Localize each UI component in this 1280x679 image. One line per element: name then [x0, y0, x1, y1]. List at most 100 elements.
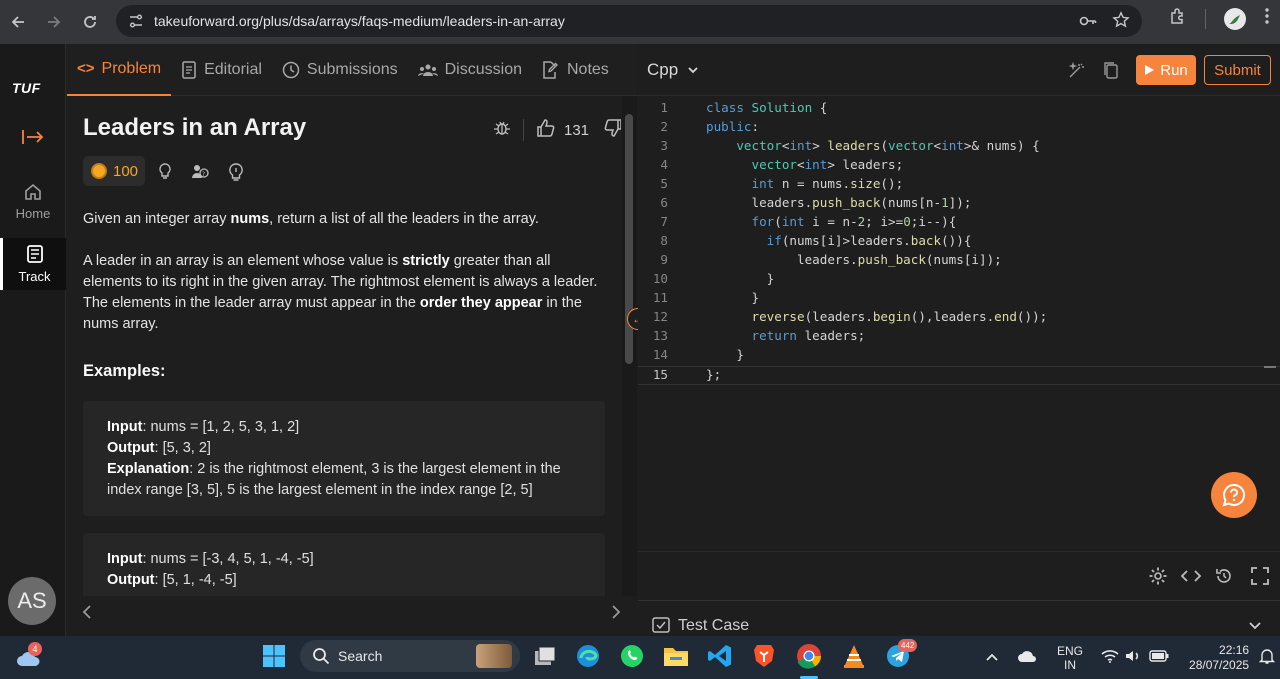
file-explorer-icon[interactable] — [662, 642, 690, 670]
statement-text: , return a list of all the leaders in th… — [269, 211, 539, 227]
code-text: public: — [706, 119, 760, 134]
line-number: 7 — [660, 214, 668, 229]
coins-value: 100 — [113, 162, 139, 180]
left-rail: TUF Home Track AS — [0, 44, 66, 636]
coin-icon — [91, 163, 107, 179]
tab-editorial[interactable]: Editorial — [171, 44, 272, 96]
code-line: 1 class Solution { — [638, 100, 1280, 119]
code-line: 8 if(nums[i]>leaders.back()){ — [638, 233, 1280, 252]
whatsapp-icon[interactable] — [618, 642, 646, 670]
code-text: leaders.push_back(nums[i]); — [706, 252, 1002, 267]
notifications-icon[interactable] — [1258, 648, 1276, 667]
test-case-checkbox-icon — [652, 617, 670, 633]
vscode-icon[interactable] — [706, 642, 734, 670]
fullscreen-icon[interactable] — [1250, 566, 1270, 591]
output-value: : [5, 1, -4, -5] — [154, 572, 237, 588]
hint-bulb-icon[interactable] — [157, 162, 173, 187]
search-highlight-icon — [476, 644, 512, 668]
tab-discussion[interactable]: Discussion — [408, 44, 532, 96]
home-icon — [25, 183, 41, 200]
password-key-icon[interactable] — [1078, 11, 1098, 36]
address-bar[interactable]: takeuforward.org/plus/dsa/arrays/faqs-me… — [116, 5, 1142, 37]
document-icon — [182, 60, 196, 79]
code-view-icon[interactable] — [1180, 566, 1202, 591]
weather-widget[interactable]: 4 — [16, 642, 44, 670]
windows-start-icon[interactable] — [260, 642, 288, 670]
editor-scrollbar[interactable] — [1264, 366, 1276, 368]
taskbar-search[interactable]: Search — [300, 640, 520, 672]
reset-code-icon[interactable] — [1214, 566, 1234, 591]
bookmark-star-icon[interactable] — [1112, 11, 1130, 36]
description-scrollbar[interactable] — [622, 96, 637, 596]
battery-icon[interactable] — [1149, 650, 1169, 665]
task-view-icon[interactable] — [531, 642, 559, 670]
language-indicator[interactable]: ENG IN — [1057, 644, 1083, 672]
tab-problem[interactable]: <> Problem — [67, 44, 172, 96]
thumbs-up-icon[interactable] — [536, 118, 556, 142]
wifi-icon[interactable] — [1101, 649, 1119, 666]
chrome-icon[interactable] — [795, 642, 823, 670]
site-settings-icon[interactable] — [127, 12, 145, 30]
telegram-icon[interactable]: 442 — [884, 639, 918, 670]
magic-format-icon[interactable] — [1068, 61, 1086, 84]
chevron-down-icon[interactable] — [1248, 621, 1262, 631]
output-label: Output — [107, 440, 155, 456]
language-line1: ENG — [1057, 643, 1084, 658]
profile-avatar-icon[interactable] — [1224, 7, 1246, 30]
code-text: }; — [706, 367, 722, 382]
rail-home[interactable]: Home — [0, 182, 66, 224]
copy-icon[interactable] — [1102, 61, 1118, 84]
next-problem-icon[interactable] — [610, 600, 622, 626]
vlc-icon[interactable] — [840, 642, 868, 670]
forward-icon[interactable] — [36, 4, 72, 40]
tab-notes[interactable]: Notes — [532, 44, 619, 96]
input-label: Input — [107, 419, 143, 435]
submit-button[interactable]: Submit — [1204, 55, 1271, 85]
help-question-icon — [1222, 483, 1246, 507]
problem-description: Leaders in an Array 131 100 ? Given an i… — [67, 96, 621, 596]
company-tags-icon[interactable]: ? — [191, 162, 209, 187]
kebab-menu-icon[interactable] — [1264, 7, 1270, 30]
code-line: 2 public: — [638, 119, 1280, 138]
brave-icon[interactable] — [750, 642, 778, 670]
help-chat-button[interactable] — [1211, 472, 1257, 518]
volume-icon[interactable] — [1125, 649, 1141, 666]
report-bug-icon[interactable] — [493, 119, 511, 141]
test-case-panel[interactable]: Test Case — [638, 600, 1280, 636]
tuf-logo[interactable]: TUF — [12, 80, 41, 96]
reload-icon[interactable] — [72, 4, 108, 40]
clock[interactable]: 22:16 28/07/2025 — [1189, 643, 1249, 673]
rail-track[interactable]: Track — [0, 238, 66, 290]
edge-icon[interactable] — [574, 642, 602, 670]
line-number: 6 — [660, 195, 668, 210]
code-editor[interactable]: 1 class Solution { 2 public: 3 vector<int>… — [638, 96, 1280, 551]
settings-gear-icon[interactable] — [1148, 566, 1168, 591]
collapse-panel-icon[interactable] — [21, 128, 45, 151]
code-text: return leaders; — [751, 328, 866, 343]
hints-icon[interactable] — [227, 162, 245, 187]
toolbar-divider — [1205, 8, 1206, 29]
onedrive-cloud-icon[interactable] — [1017, 649, 1037, 666]
code-line: 7 for(int i = n-2; i>=0;i--){ — [638, 214, 1280, 233]
example-box: Input: nums = [-3, 4, 5, 1, -4, -5] Outp… — [83, 533, 605, 596]
extensions-icon[interactable] — [1169, 7, 1187, 30]
user-avatar[interactable]: AS — [8, 577, 56, 625]
note-edit-icon — [543, 60, 558, 79]
language-select[interactable]: Cpp — [647, 60, 699, 80]
thumbs-down-icon[interactable] — [603, 118, 621, 142]
code-text: int n = nums.size(); — [751, 176, 904, 191]
weather-badge: 4 — [28, 642, 42, 656]
back-icon[interactable] — [0, 4, 36, 40]
run-button[interactable]: Run — [1136, 55, 1196, 85]
tab-submissions[interactable]: Submissions — [272, 44, 408, 96]
line-number: 12 — [652, 309, 668, 324]
code-text: } — [706, 347, 744, 362]
clock-date: 28/07/2025 — [1189, 657, 1250, 672]
tray-chevron-up-icon[interactable] — [985, 651, 999, 665]
code-text: vector<int> leaders(vector<int>& nums) { — [736, 138, 1040, 153]
line-number: 4 — [660, 157, 668, 172]
run-label: Run — [1160, 61, 1188, 79]
previous-problem-icon[interactable] — [81, 600, 93, 626]
code-line: 10 } — [638, 271, 1280, 290]
code-line: 3 vector<int> leaders(vector<int>& nums)… — [638, 138, 1280, 157]
